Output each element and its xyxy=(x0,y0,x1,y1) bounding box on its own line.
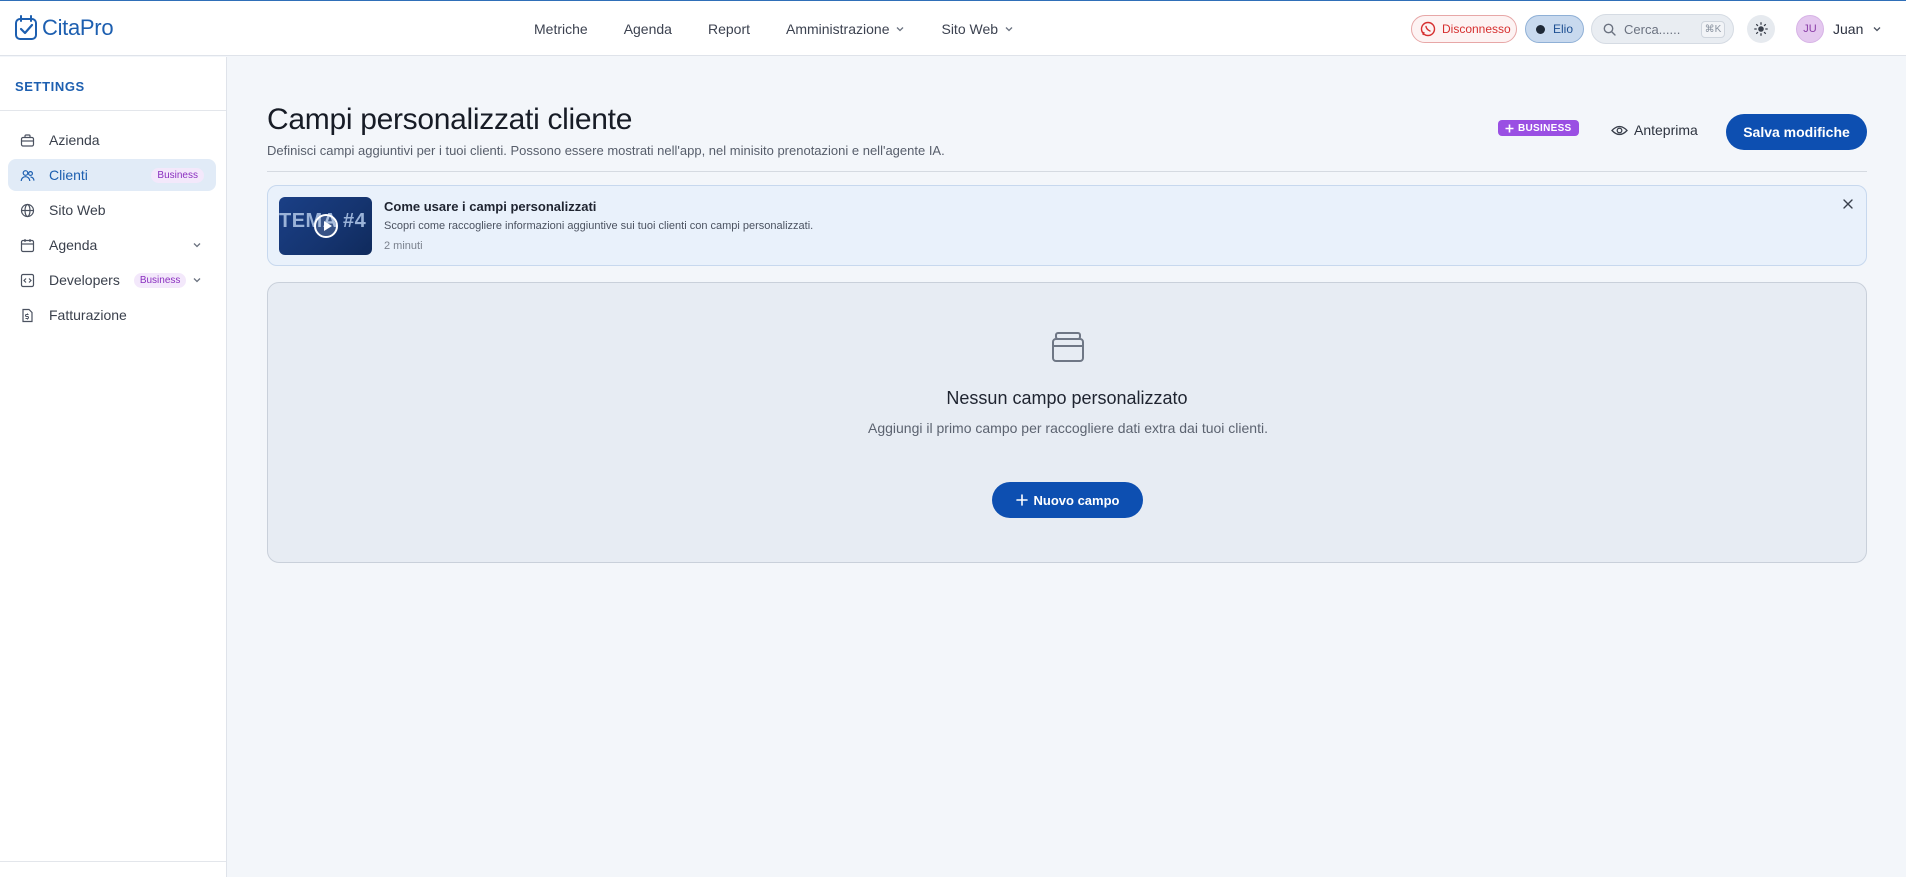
avatar: JU xyxy=(1796,15,1824,43)
divider xyxy=(267,171,1867,172)
calendar-icon xyxy=(20,238,35,252)
briefcase-icon xyxy=(20,133,35,147)
top-bar: CitaPro Metriche Agenda Report Amministr… xyxy=(0,0,1906,56)
calendar-check-logo-icon xyxy=(15,15,37,40)
business-badge: Business xyxy=(133,272,187,288)
settings-sidebar: SETTINGS Azienda Clienti Business Sito W… xyxy=(0,57,227,877)
close-icon[interactable] xyxy=(1842,198,1854,210)
page-subtitle: Definisci campi aggiuntivi per i tuoi cl… xyxy=(267,143,945,158)
nav-report[interactable]: Report xyxy=(708,21,750,37)
sparkle-icon xyxy=(1505,124,1514,132)
save-button[interactable]: Salva modifiche xyxy=(1726,114,1867,150)
search-icon xyxy=(1603,23,1616,36)
sidebar-item-label: Agenda xyxy=(49,237,98,253)
user-name: Juan xyxy=(1833,21,1864,37)
sun-icon xyxy=(1754,22,1768,36)
sidebar-item-azienda[interactable]: Azienda xyxy=(8,124,216,156)
main-content: Campi personalizzati cliente Definisci c… xyxy=(227,57,1906,877)
new-field-label: Nuovo campo xyxy=(1033,492,1120,508)
sidebar-item-label: Clienti xyxy=(49,167,88,183)
nav-label: Agenda xyxy=(623,21,672,37)
user-menu[interactable]: JU Juan xyxy=(1796,15,1882,43)
business-badge: Business xyxy=(151,167,204,183)
empty-state-title: Nessun campo personalizzato xyxy=(946,388,1188,408)
sidebar-item-label: Azienda xyxy=(49,132,100,148)
whatsapp-icon xyxy=(1420,21,1436,37)
agent-button[interactable]: Elio xyxy=(1525,15,1584,43)
search-shortcut: ⌘K xyxy=(1701,21,1725,38)
sidebar-item-sito-web[interactable]: Sito Web xyxy=(8,194,216,226)
new-field-button[interactable]: Nuovo campo xyxy=(992,482,1143,518)
tutorial-duration: 2 minuti xyxy=(384,240,423,252)
code-icon xyxy=(20,273,35,287)
archive-icon xyxy=(1052,332,1084,362)
chevron-down-icon xyxy=(193,243,201,248)
theme-toggle-button[interactable] xyxy=(1747,15,1775,43)
sidebar-title: SETTINGS xyxy=(15,79,85,94)
nav-agenda[interactable]: Agenda xyxy=(624,21,672,37)
video-thumbnail[interactable]: TEMA #4 xyxy=(279,197,372,255)
tutorial-card: TEMA #4 Come usare i campi personalizzat… xyxy=(267,185,1867,266)
nav-label: Report xyxy=(707,21,750,37)
sidebar-item-agenda[interactable]: Agenda xyxy=(8,229,216,261)
agent-name: Elio xyxy=(1553,22,1574,36)
tutorial-title: Come usare i campi personalizzati xyxy=(384,199,597,214)
empty-state-card: Nessun campo personalizzato Aggiungi il … xyxy=(267,282,1867,563)
logo-text: CitaPro xyxy=(42,15,114,40)
chevron-down-icon xyxy=(193,278,201,283)
users-icon xyxy=(20,169,35,181)
divider xyxy=(0,110,226,111)
agent-status-dot xyxy=(1536,24,1545,34)
divider xyxy=(0,861,226,862)
whatsapp-status-button[interactable]: Disconnesso xyxy=(1411,15,1517,43)
nav-metriche[interactable]: Metriche xyxy=(534,21,588,37)
sidebar-item-label: Fatturazione xyxy=(49,307,127,323)
nav-label: Sito Web xyxy=(941,21,999,37)
search-input[interactable]: Cerca...... ⌘K xyxy=(1591,14,1734,44)
plus-icon xyxy=(1015,494,1028,506)
play-icon xyxy=(314,214,338,238)
preview-label: Anteprima xyxy=(1634,122,1698,138)
chevron-down-icon xyxy=(1005,27,1013,32)
eye-icon xyxy=(1611,125,1628,135)
sidebar-item-label: Sito Web xyxy=(49,202,106,218)
sidebar-item-developers[interactable]: Developers Business xyxy=(8,264,216,296)
page-title: Campi personalizzati cliente xyxy=(267,103,633,136)
tutorial-description: Scopri come raccogliere informazioni agg… xyxy=(384,220,814,232)
business-plan-label: BUSINESS xyxy=(1518,122,1572,134)
invoice-icon xyxy=(22,308,33,322)
nav-amministrazione[interactable]: Amministrazione xyxy=(786,21,905,37)
sidebar-list: Azienda Clienti Business Sito Web Agenda… xyxy=(8,124,216,334)
main-nav: Metriche Agenda Report Amministrazione S… xyxy=(534,1,1014,57)
nav-sito-web[interactable]: Sito Web xyxy=(941,21,1014,37)
sidebar-item-clienti[interactable]: Clienti Business xyxy=(8,159,216,191)
globe-icon xyxy=(20,203,35,217)
sidebar-item-label: Developers xyxy=(49,272,120,288)
chevron-down-icon xyxy=(897,27,904,32)
nav-label: Metriche xyxy=(534,21,588,37)
preview-button[interactable]: Anteprima xyxy=(1611,120,1698,140)
business-plan-badge: BUSINESS xyxy=(1498,120,1579,136)
sidebar-item-fatturazione[interactable]: Fatturazione xyxy=(8,299,216,331)
search-placeholder: Cerca...... xyxy=(1624,21,1681,37)
chevron-down-icon xyxy=(1873,27,1881,32)
nav-label: Amministrazione xyxy=(786,21,890,37)
logo[interactable]: CitaPro xyxy=(14,15,114,41)
whatsapp-status-label: Disconnesso xyxy=(1442,22,1511,36)
empty-state-description: Aggiungi il primo campo per raccogliere … xyxy=(868,420,1268,436)
